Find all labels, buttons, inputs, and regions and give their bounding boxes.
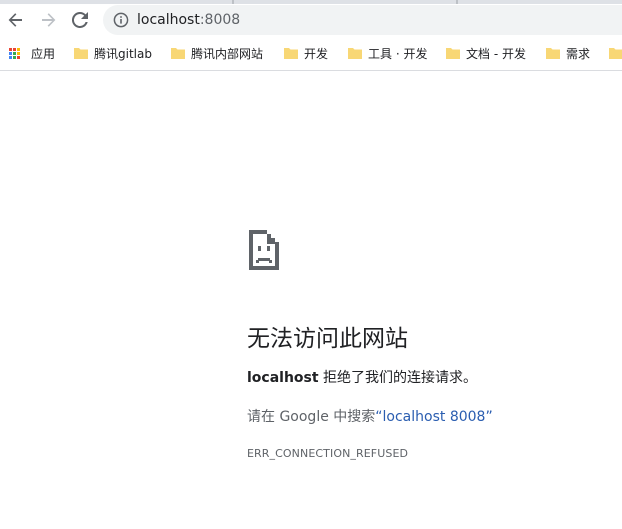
folder-icon [74, 48, 88, 59]
arrow-left-icon [8, 13, 22, 27]
error-detail: localhost 拒绝了我们的连接请求。 [247, 367, 477, 387]
search-prefix: 请在 Google 中搜索 [247, 409, 376, 425]
info-circle-icon[interactable] [113, 12, 129, 28]
folder-icon [609, 48, 622, 59]
bookmark-label: 需求 [566, 46, 591, 61]
error-code: ERR_CONNECTION_REFUSED [247, 447, 409, 460]
bookmarks-bar: 应用 腾讯gitlab 腾讯内部网站 开发 工具 · 开发 文档 - 开发 需求 [0, 41, 622, 65]
error-detail-text: 拒绝了我们的连接请求。 [318, 370, 478, 386]
address-bar[interactable]: localhost:8008 [103, 5, 622, 35]
folder-icon [171, 48, 185, 59]
apps-grid-icon [9, 47, 20, 59]
back-button[interactable] [4, 8, 28, 32]
tab-divider [232, 0, 234, 4]
bookmark-label: 腾讯内部网站 [191, 46, 264, 61]
url-port: :8008 [199, 12, 241, 28]
bookmark-label: 工具 · 开发 [368, 46, 428, 61]
bookmark-label: 腾讯gitlab [94, 46, 152, 61]
arrow-right-icon [42, 13, 56, 27]
bookmark-label: 开发 [304, 46, 329, 61]
bookmark-label: 文档 - 开发 [466, 46, 526, 61]
browser-toolbar: localhost:8008 应用 腾讯gitlab 腾讯内部网站 开发 工具 … [0, 0, 622, 71]
error-host: localhost [247, 370, 319, 386]
reload-icon [72, 12, 88, 28]
search-suggestion: 请在 Google 中搜索“localhost 8008” [247, 406, 493, 426]
bookmark-folder-docs[interactable]: 文档 - 开发 [446, 43, 526, 63]
folder-icon [546, 48, 560, 59]
bookmark-folder-tools[interactable]: 工具 · 开发 [348, 43, 427, 63]
reload-button[interactable] [68, 8, 92, 32]
bookmark-folder-internal[interactable]: 腾讯内部网站 [171, 43, 263, 63]
forward-button[interactable] [36, 8, 60, 32]
folder-icon [284, 48, 298, 59]
bookmark-folder-more[interactable] [609, 43, 622, 63]
folder-icon [348, 48, 362, 59]
url-host: localhost [137, 12, 200, 28]
tab-strip [0, 0, 622, 4]
search-link[interactable]: “localhost 8008” [375, 409, 492, 425]
bookmark-label: 应用 [31, 46, 56, 61]
bookmark-apps[interactable]: 应用 [9, 43, 55, 63]
folder-icon [446, 48, 460, 59]
bookmark-folder-gitlab[interactable]: 腾讯gitlab [74, 43, 152, 63]
error-title: 无法访问此网站 [247, 326, 408, 352]
url-text[interactable]: localhost:8008 [137, 11, 240, 29]
bookmark-folder-dev[interactable]: 开发 [284, 43, 328, 63]
tab-divider [456, 0, 458, 4]
bookmark-folder-requirements[interactable]: 需求 [546, 43, 590, 63]
sad-page-icon [249, 230, 279, 270]
